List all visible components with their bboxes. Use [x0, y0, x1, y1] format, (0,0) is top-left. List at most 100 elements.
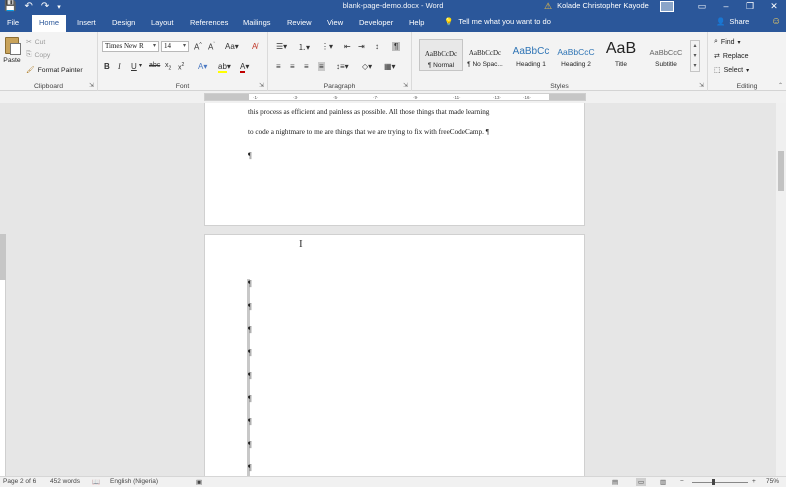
read-mode-icon[interactable]: ▤	[612, 478, 618, 486]
align-center-icon[interactable]: ≡	[290, 62, 295, 71]
language-indicator[interactable]: English (Nigeria)	[110, 478, 158, 485]
tab-layout[interactable]: Layout	[151, 17, 174, 28]
page-1[interactable]: this process as efficient and painless a…	[204, 103, 585, 226]
grow-font-icon[interactable]: A^	[194, 42, 202, 52]
paragraph-line[interactable]: to code a nightmare to me are things tha…	[248, 128, 489, 136]
dialog-launcher-icon[interactable]: ⇲	[259, 82, 264, 89]
style-normal[interactable]: AaBbCcDc ¶ Normal	[419, 39, 463, 71]
paste-button[interactable]: Paste	[3, 37, 21, 64]
change-case-icon[interactable]: Aa▾	[225, 42, 239, 51]
cut-label: Cut	[34, 38, 46, 46]
copy-button[interactable]: ⎘ Copy	[26, 51, 50, 59]
style-title[interactable]: AaB Title	[599, 39, 643, 71]
account-area[interactable]: ⚠ Kolade Christopher Kayode	[544, 0, 674, 12]
web-layout-icon[interactable]: ▥	[660, 478, 666, 486]
select-icon: ⬚	[714, 67, 721, 74]
tab-references[interactable]: References	[190, 17, 228, 28]
tab-view[interactable]: View	[327, 17, 343, 28]
search-icon: ⌕	[714, 38, 718, 45]
strikethrough-icon[interactable]: abc	[149, 62, 160, 69]
styles-group: AaBbCcDc ¶ Normal AaBbCcDc ¶ No Spac... …	[412, 32, 708, 91]
vertical-scrollbar[interactable]	[776, 103, 786, 476]
borders-icon[interactable]: ▦▾	[384, 62, 396, 71]
shading-icon[interactable]: ◇▾	[362, 62, 372, 71]
zoom-out-icon[interactable]: −	[680, 478, 684, 485]
tab-insert[interactable]: Insert	[77, 17, 96, 28]
show-formatting-marks-icon[interactable]: ¶	[392, 42, 401, 51]
print-layout-icon[interactable]: ▭	[636, 478, 647, 486]
style-name: Heading 1	[516, 61, 546, 68]
minimize-icon[interactable]: –	[714, 0, 738, 12]
align-left-icon[interactable]: ≡	[276, 62, 281, 71]
find-button[interactable]: ⌕ Find ▾	[714, 38, 741, 46]
paintbrush-icon: 🖌	[26, 67, 35, 74]
select-button[interactable]: ⬚ Select ▾	[714, 66, 749, 75]
feedback-smiley-icon[interactable]: ☺	[771, 16, 781, 27]
sort-icon[interactable]: ↕	[375, 42, 379, 51]
page-count[interactable]: Page 2 of 6	[3, 478, 36, 485]
cut-button[interactable]: ✂ Cut	[26, 38, 46, 47]
proofing-icon[interactable]: 📖	[92, 478, 100, 486]
zoom-slider-thumb[interactable]	[712, 479, 715, 485]
ribbon-display-icon[interactable]: ▭	[690, 0, 714, 12]
collapse-ribbon-icon[interactable]: ⌃	[778, 82, 783, 89]
tell-me-box[interactable]: 💡 Tell me what you want to do	[444, 17, 551, 26]
restore-icon[interactable]: ❐	[738, 0, 762, 12]
paragraph-mark: ¶	[248, 440, 252, 449]
tab-design[interactable]: Design	[112, 17, 135, 28]
styles-gallery-scroll[interactable]: ▴ ▾ ▾	[690, 40, 700, 72]
underline-options-icon[interactable]: ▾	[139, 62, 142, 69]
scrollbar-thumb[interactable]	[778, 151, 784, 191]
font-size-select[interactable]: 14 ▾	[161, 41, 189, 52]
tab-help[interactable]: Help	[409, 17, 424, 28]
multilevel-list-icon[interactable]: ⋮▾	[321, 42, 333, 51]
bold-icon[interactable]: B	[104, 62, 110, 71]
page-2[interactable]: I ¶ ¶ ¶ ¶ ¶ ¶ ¶ ¶ ¶	[204, 234, 585, 476]
tab-developer[interactable]: Developer	[359, 17, 393, 28]
zoom-in-icon[interactable]: +	[752, 478, 756, 485]
share-button[interactable]: 👤 Share	[716, 17, 749, 26]
subscript-icon[interactable]: x2	[165, 62, 171, 71]
align-right-icon[interactable]: ≡	[304, 62, 309, 71]
font-color-icon[interactable]: A▾	[240, 62, 249, 73]
zoom-level[interactable]: 75%	[766, 478, 779, 485]
close-icon[interactable]: ✕	[762, 0, 786, 12]
find-label: Find	[720, 38, 735, 46]
avatar[interactable]	[659, 0, 674, 12]
dialog-launcher-icon[interactable]: ⇲	[89, 82, 94, 89]
dialog-launcher-icon[interactable]: ⇲	[403, 82, 408, 89]
style-preview: AaB	[605, 40, 637, 57]
style-no-spacing[interactable]: AaBbCcDc ¶ No Spac...	[463, 39, 507, 71]
style-subtitle[interactable]: AaBbCcC Subtitle	[644, 39, 688, 71]
replace-button[interactable]: ⇄ Replace	[714, 52, 749, 61]
underline-icon[interactable]: U	[131, 62, 137, 71]
font-family-select[interactable]: Times New R ▾	[102, 41, 159, 52]
increase-indent-icon[interactable]: ⇥	[358, 42, 365, 51]
format-painter-button[interactable]: 🖌 Format Painter	[26, 66, 83, 75]
justify-icon[interactable]: ≡	[318, 62, 325, 71]
tab-review[interactable]: Review	[287, 17, 312, 28]
bullets-icon[interactable]: ☰▾	[276, 42, 287, 51]
decrease-indent-icon[interactable]: ⇤	[344, 42, 351, 51]
italic-icon[interactable]: I	[118, 62, 121, 71]
document-area[interactable]: this process as efficient and painless a…	[6, 103, 776, 476]
zoom-slider[interactable]	[692, 482, 748, 483]
style-heading-2[interactable]: AaBbCcC Heading 2	[554, 39, 598, 71]
tab-mailings[interactable]: Mailings	[243, 17, 271, 28]
line-spacing-icon[interactable]: ↕≡▾	[336, 62, 349, 71]
warning-icon: ⚠	[544, 1, 553, 11]
dialog-launcher-icon[interactable]: ⇲	[699, 82, 704, 89]
tab-file[interactable]: File	[7, 17, 19, 28]
clear-formatting-icon[interactable]: A̸	[252, 42, 257, 51]
style-heading-1[interactable]: AaBbCc Heading 1	[509, 39, 553, 71]
highlight-icon[interactable]: ab▾	[218, 62, 231, 73]
horizontal-ruler[interactable]: ·1· ·3· ·5· ·7· ·9· ·11· ·13· ·16·	[204, 93, 586, 101]
paragraph-line[interactable]: this process as efficient and painless a…	[248, 108, 489, 116]
numbering-icon[interactable]: ⒈▾	[298, 42, 310, 53]
text-effects-icon[interactable]: A▾	[198, 62, 207, 71]
tab-home[interactable]: Home	[32, 15, 67, 32]
superscript-icon[interactable]: x2	[178, 62, 184, 71]
word-count[interactable]: 452 words	[50, 478, 80, 485]
shrink-font-icon[interactable]: Aˇ	[208, 42, 215, 52]
macro-recording-icon[interactable]: ▣	[196, 478, 202, 486]
